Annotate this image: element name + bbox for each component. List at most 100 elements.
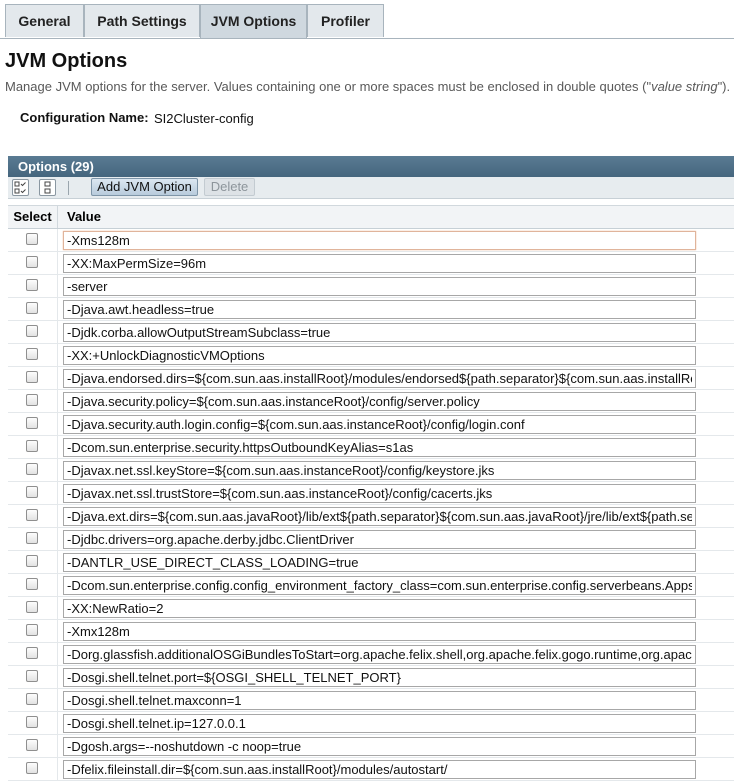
table-row [8, 344, 734, 367]
jvm-option-value-input[interactable] [63, 622, 696, 641]
jvm-option-value-input[interactable] [63, 300, 696, 319]
table-row [8, 229, 734, 252]
select-cell [8, 436, 58, 458]
table-row [8, 505, 734, 528]
jvm-option-value-input[interactable] [63, 277, 696, 296]
config-name-label: Configuration Name: [20, 110, 149, 125]
select-cell [8, 712, 58, 734]
jvm-option-value-input[interactable] [63, 714, 696, 733]
table-row [8, 551, 734, 574]
jvm-option-value-input[interactable] [63, 507, 696, 526]
row-select-checkbox[interactable] [26, 440, 38, 452]
help-prefix: Manage JVM options for the server. Value… [5, 79, 652, 94]
jvm-option-value-input[interactable] [63, 576, 696, 595]
jvm-option-value-input[interactable] [63, 553, 696, 572]
tab-bar: General Path Settings JVM Options Profil… [0, 0, 734, 39]
row-select-checkbox[interactable] [26, 348, 38, 360]
select-cell [8, 643, 58, 665]
select-cell [8, 735, 58, 757]
select-cell [8, 275, 58, 297]
row-select-checkbox[interactable] [26, 233, 38, 245]
jvm-option-value-input[interactable] [63, 737, 696, 756]
row-select-checkbox[interactable] [26, 509, 38, 521]
row-select-checkbox[interactable] [26, 279, 38, 291]
table-row [8, 321, 734, 344]
deselect-all-glyph [44, 181, 51, 194]
row-select-checkbox[interactable] [26, 532, 38, 544]
row-select-checkbox[interactable] [26, 739, 38, 751]
table-row [8, 758, 734, 781]
jvm-option-value-input[interactable] [63, 254, 696, 273]
row-select-checkbox[interactable] [26, 486, 38, 498]
select-cell [8, 252, 58, 274]
table-row [8, 735, 734, 758]
row-select-checkbox[interactable] [26, 463, 38, 475]
jvm-option-value-input[interactable] [63, 438, 696, 457]
select-cell [8, 528, 58, 550]
jvm-option-value-input[interactable] [63, 392, 696, 411]
delete-button[interactable]: Delete [204, 178, 255, 196]
row-select-checkbox[interactable] [26, 716, 38, 728]
table-row [8, 413, 734, 436]
jvm-option-value-input[interactable] [63, 760, 696, 779]
table-row [8, 436, 734, 459]
column-headers: Select Value [8, 205, 734, 229]
table-row [8, 528, 734, 551]
row-select-checkbox[interactable] [26, 394, 38, 406]
select-cell [8, 620, 58, 642]
jvm-option-value-input[interactable] [63, 231, 696, 250]
table-row [8, 252, 734, 275]
table-row [8, 689, 734, 712]
table-row [8, 482, 734, 505]
jvm-option-value-input[interactable] [63, 415, 696, 434]
table-row [8, 298, 734, 321]
row-select-checkbox[interactable] [26, 302, 38, 314]
tab-profiler[interactable]: Profiler [307, 4, 384, 37]
row-select-checkbox[interactable] [26, 624, 38, 636]
jvm-option-value-input[interactable] [63, 484, 696, 503]
row-select-checkbox[interactable] [26, 762, 38, 774]
row-select-checkbox[interactable] [26, 325, 38, 337]
row-select-checkbox[interactable] [26, 417, 38, 429]
jvm-option-value-input[interactable] [63, 323, 696, 342]
config-name-value: SI2Cluster-config [154, 111, 254, 126]
help-emphasis: value string [651, 79, 718, 94]
select-cell [8, 390, 58, 412]
tab-jvm-options[interactable]: JVM Options [200, 4, 307, 38]
tab-general[interactable]: General [5, 4, 84, 37]
jvm-option-value-input[interactable] [63, 691, 696, 710]
deselect-all-icon[interactable] [39, 179, 56, 196]
jvm-option-value-input[interactable] [63, 346, 696, 365]
row-select-checkbox[interactable] [26, 670, 38, 682]
table-row [8, 459, 734, 482]
select-cell [8, 298, 58, 320]
table-row [8, 275, 734, 298]
row-select-checkbox[interactable] [26, 555, 38, 567]
row-select-checkbox[interactable] [26, 371, 38, 383]
options-table-body [8, 229, 734, 781]
row-select-checkbox[interactable] [26, 601, 38, 613]
jvm-option-value-input[interactable] [63, 369, 696, 388]
row-select-checkbox[interactable] [26, 647, 38, 659]
select-cell [8, 666, 58, 688]
select-cell [8, 367, 58, 389]
column-header-select[interactable]: Select [8, 206, 58, 228]
row-select-checkbox[interactable] [26, 693, 38, 705]
add-jvm-option-button[interactable]: Add JVM Option [91, 178, 198, 196]
select-cell [8, 574, 58, 596]
jvm-option-value-input[interactable] [63, 530, 696, 549]
page-title: JVM Options [5, 50, 128, 72]
jvm-option-value-input[interactable] [63, 461, 696, 480]
select-all-icon[interactable] [12, 179, 29, 196]
select-cell [8, 689, 58, 711]
jvm-option-value-input[interactable] [63, 645, 696, 664]
tab-path-settings[interactable]: Path Settings [84, 4, 200, 37]
row-select-checkbox[interactable] [26, 256, 38, 268]
select-cell [8, 758, 58, 780]
jvm-option-value-input[interactable] [63, 668, 696, 687]
select-cell [8, 597, 58, 619]
column-header-value[interactable]: Value [67, 206, 101, 228]
help-suffix: "). [717, 79, 731, 94]
row-select-checkbox[interactable] [26, 578, 38, 590]
jvm-option-value-input[interactable] [63, 599, 696, 618]
